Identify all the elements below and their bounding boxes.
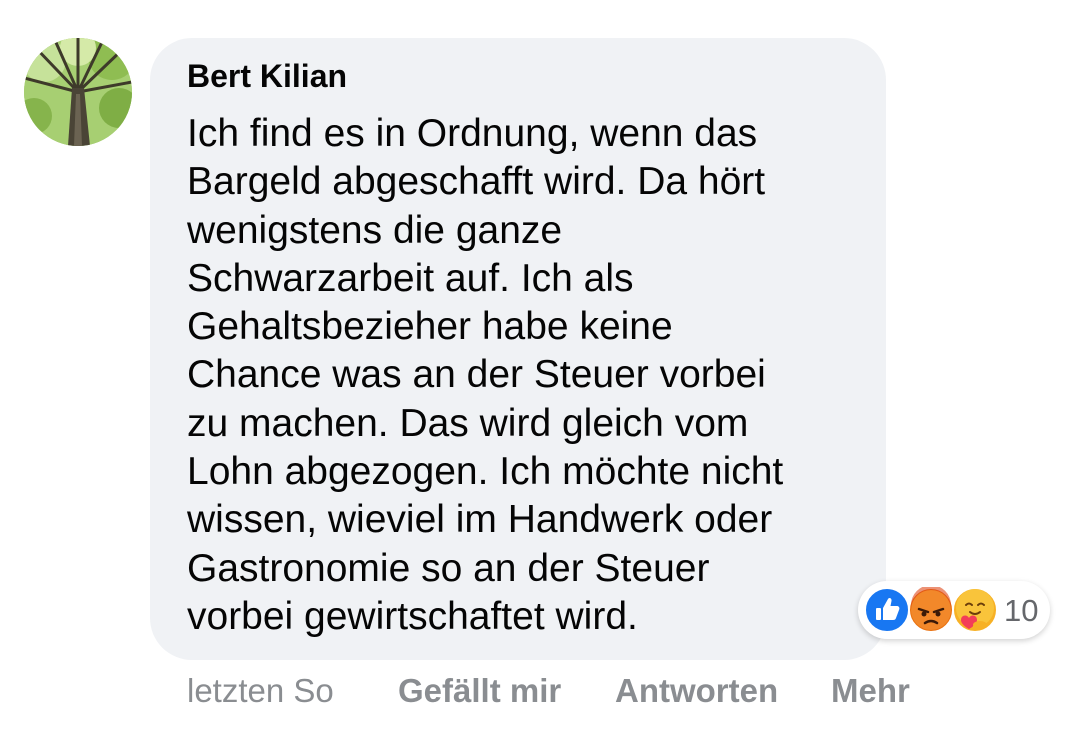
comment-text: Ich find es in Ordnung, wenn das Bargeld… (187, 110, 867, 641)
care-icon (952, 587, 998, 633)
comment-line: wenigstens die ganze (187, 208, 563, 252)
comment-line: Gehaltsbezieher habe keine (187, 305, 673, 349)
comment-line: Schwarzarbeit auf. Ich als (187, 256, 634, 300)
like-icon (864, 587, 910, 633)
comment-timestamp[interactable]: letzten So (187, 672, 334, 710)
comment-line: Bargeld abgeschafft wird. Da hört (187, 160, 766, 204)
reply-button[interactable]: Antworten (615, 672, 778, 710)
comment-bubble: Bert Kilian Ich find es in Ordnung, wenn… (150, 38, 886, 660)
reactions-summary[interactable]: 10 (858, 581, 1050, 639)
comment-line: Lohn abgezogen. Ich möchte nicht (187, 450, 784, 494)
comment-line: Gastronomie so an der Steuer (187, 546, 710, 590)
comment-author[interactable]: Bert Kilian (187, 58, 347, 95)
reaction-count: 10 (1004, 593, 1039, 628)
avatar[interactable] (24, 38, 132, 146)
comment-line: vorbei gewirtschaftet wird. (187, 594, 638, 638)
angry-icon (908, 587, 954, 633)
like-button[interactable]: Gefällt mir (398, 672, 561, 710)
more-button[interactable]: Mehr (831, 672, 910, 710)
tree-photo-icon (24, 38, 132, 146)
comment-line: Ich find es in Ordnung, wenn das (187, 112, 758, 155)
comment-line: wissen, wieviel im Handwerk oder (187, 498, 773, 542)
comment-line: zu machen. Das wird gleich vom (187, 401, 749, 445)
comment-line: Chance was an der Steuer vorbei (187, 353, 766, 397)
